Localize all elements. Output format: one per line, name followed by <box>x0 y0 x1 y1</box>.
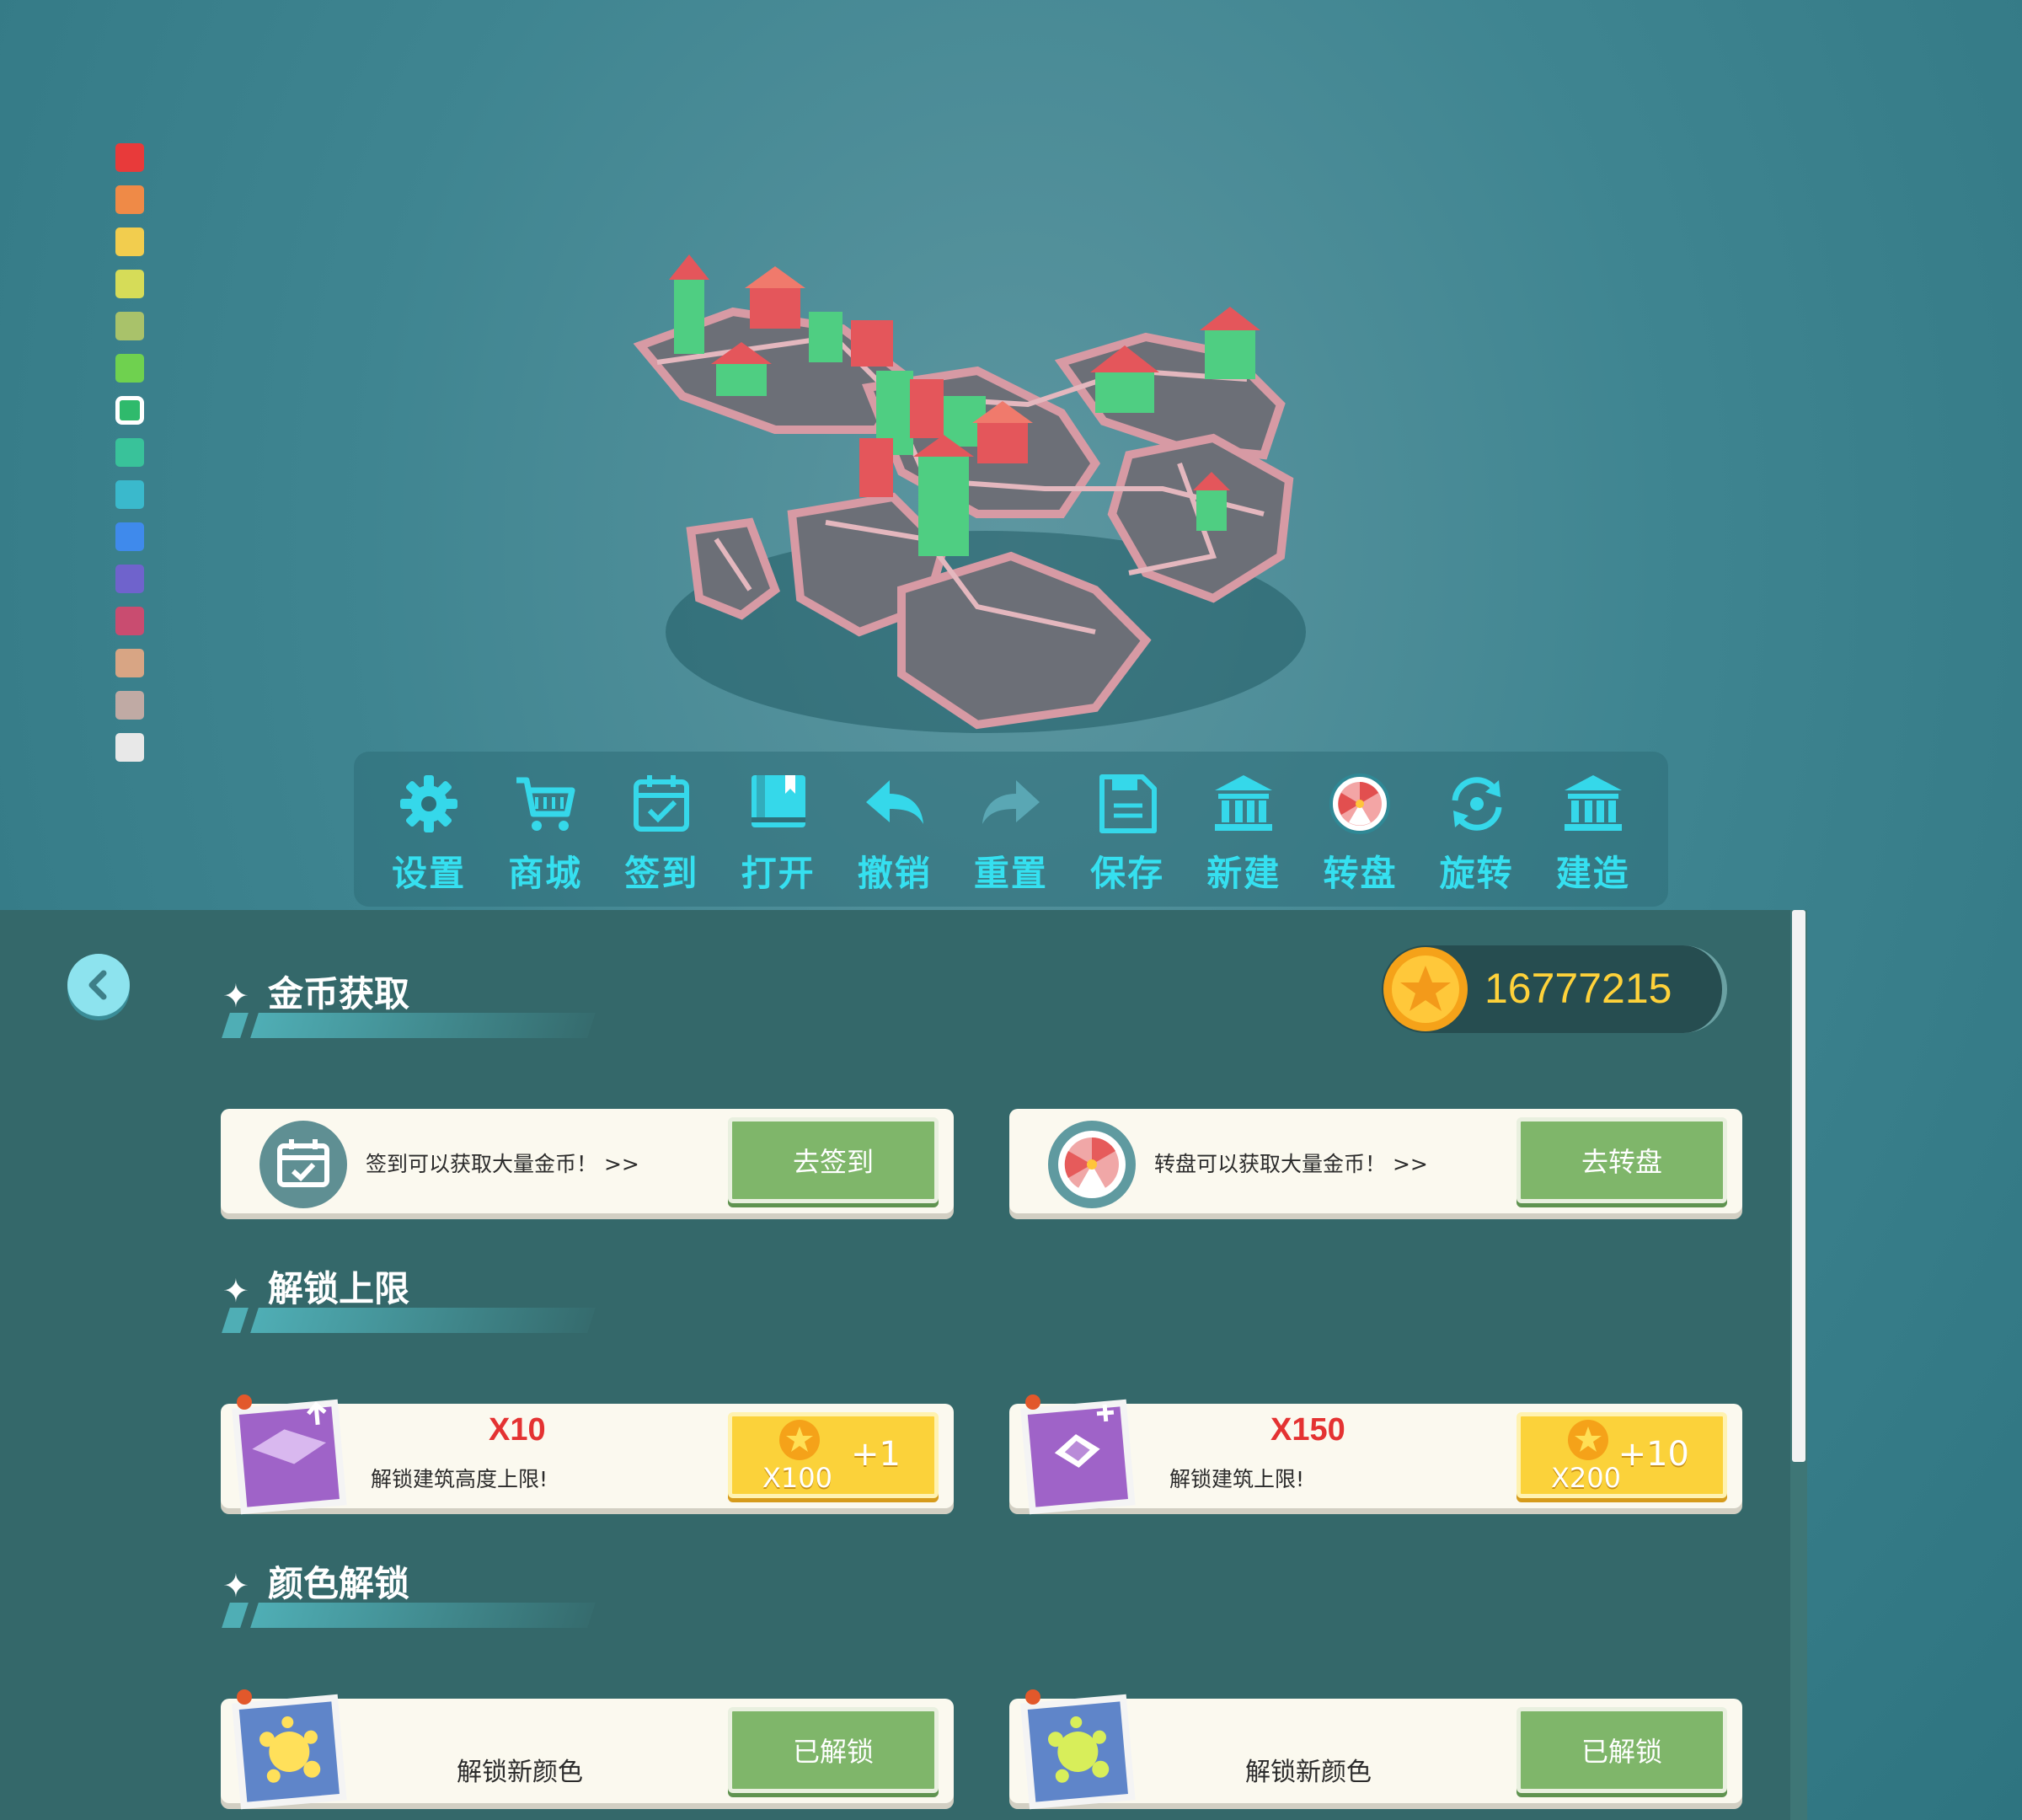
color-swatch[interactable] <box>115 438 144 467</box>
star-coin-icon <box>1568 1420 1608 1460</box>
toolbar-label: 设置 <box>392 853 467 894</box>
floppy-icon <box>1089 767 1166 840</box>
color-swatch[interactable] <box>115 522 144 551</box>
toolbar-button-save[interactable]: 保存 <box>1077 762 1178 897</box>
paint-splash-icon <box>232 1689 347 1810</box>
toolbar-button-new[interactable]: 新建 <box>1193 762 1294 897</box>
coin-panel <box>0 910 1807 1820</box>
color-unlocked-button[interactable]: 已解锁 <box>1516 1707 1727 1793</box>
buy-height-limit-button[interactable]: +1 X100 <box>728 1412 939 1498</box>
scrollbar-thumb[interactable] <box>1792 910 1805 1462</box>
book-icon <box>740 767 817 840</box>
coin-cost: X100 <box>762 1462 832 1494</box>
color-unlock-desc: 解锁新颜色 <box>457 1758 583 1787</box>
redo-icon <box>972 767 1050 840</box>
toolbar-label: 撤销 <box>857 853 932 894</box>
section-title-unlock-limit: ✦ 解锁上限 <box>221 1261 608 1336</box>
toolbar-label: 转盘 <box>1323 853 1398 894</box>
toolbar-label: 保存 <box>1090 853 1165 894</box>
building-count-icon <box>1020 1394 1136 1515</box>
sparkle-icon: ✦ <box>222 977 249 1014</box>
toolbar-button-wheel[interactable]: 转盘 <box>1309 762 1410 897</box>
color-swatch[interactable] <box>115 143 144 172</box>
toolbar: 设置 商城 签到 打开 撤销 重置 保存 新建 转盘 旋转 建造 <box>354 752 1668 907</box>
color-unlock-card: 解锁新颜色 已解锁 <box>1009 1689 1742 1810</box>
toolbar-button-build[interactable]: 建造 <box>1543 762 1644 897</box>
building-limit-amount: X150 <box>1270 1412 1345 1448</box>
color-swatch[interactable] <box>115 691 144 720</box>
color-swatch[interactable] <box>115 396 144 425</box>
gear-icon <box>390 767 468 840</box>
sparkle-icon: ✦ <box>222 1272 249 1309</box>
wheel-card: 转盘可以获取大量金币！ >> 去转盘 <box>1009 1109 1742 1213</box>
building-limit-desc: 解锁建筑上限! <box>1169 1467 1305 1491</box>
toolbar-button-redo[interactable]: 重置 <box>960 762 1062 897</box>
wheel-icon <box>1048 1121 1136 1208</box>
color-swatch[interactable] <box>115 607 144 635</box>
toolbar-label: 旋转 <box>1439 853 1514 894</box>
section-title-text: 颜色解锁 <box>268 1563 410 1604</box>
color-unlocked-button[interactable]: 已解锁 <box>728 1707 939 1793</box>
coin-counter: 16777215 <box>1382 945 1727 1033</box>
color-swatch[interactable] <box>115 228 144 256</box>
paint-splash-icon <box>1020 1689 1136 1810</box>
color-swatch[interactable] <box>115 480 144 509</box>
checkin-card: 签到可以获取大量金币！ >> 去签到 <box>221 1109 954 1213</box>
buy-building-limit-button[interactable]: +10 X200 <box>1516 1412 1727 1498</box>
section-title-text: 金币获取 <box>268 973 410 1014</box>
calendar-icon <box>259 1121 347 1208</box>
color-swatch[interactable] <box>115 649 144 677</box>
go-checkin-button[interactable]: 去签到 <box>728 1117 939 1203</box>
island-city-model[interactable] <box>623 236 1348 758</box>
undo-icon <box>856 767 933 840</box>
wheel-icon <box>1321 767 1399 840</box>
coin-amount: 16777215 <box>1484 965 1672 1012</box>
toolbar-button-open[interactable]: 打开 <box>728 762 829 897</box>
go-wheel-button[interactable]: 去转盘 <box>1516 1117 1727 1203</box>
star-coin-icon <box>1383 947 1468 1031</box>
color-unlock-card: 解锁新颜色 已解锁 <box>221 1689 954 1810</box>
toolbar-label: 重置 <box>973 853 1048 894</box>
height-limit-desc: 解锁建筑高度上限! <box>371 1467 548 1491</box>
toolbar-label: 打开 <box>741 853 816 894</box>
toolbar-button-checkin[interactable]: 签到 <box>611 762 712 897</box>
rotate-icon <box>1438 767 1516 840</box>
toolbar-button-settings[interactable]: 设置 <box>378 762 479 897</box>
color-swatch[interactable] <box>115 185 144 214</box>
height-limit-amount: X10 <box>489 1412 546 1448</box>
calendar-icon <box>623 767 700 840</box>
toolbar-label: 商城 <box>508 853 583 894</box>
color-unlock-desc: 解锁新颜色 <box>1245 1758 1372 1787</box>
wheel-desc: 转盘可以获取大量金币！ >> <box>1154 1152 1428 1176</box>
sparkle-icon: ✦ <box>222 1567 249 1604</box>
toolbar-button-shop[interactable]: 商城 <box>495 762 596 897</box>
toolbar-button-rotate[interactable]: 旋转 <box>1426 762 1527 897</box>
gain-amount: +1 <box>851 1435 901 1474</box>
color-swatch[interactable] <box>115 354 144 383</box>
color-swatch[interactable] <box>115 312 144 340</box>
gain-amount: +10 <box>1618 1435 1689 1474</box>
section-title-text: 解锁上限 <box>268 1268 410 1309</box>
height-upgrade-icon <box>232 1394 347 1515</box>
color-swatch[interactable] <box>115 270 144 298</box>
toolbar-label: 建造 <box>1555 853 1630 894</box>
toolbar-label: 新建 <box>1206 853 1281 894</box>
toolbar-label: 签到 <box>624 853 699 894</box>
building-icon <box>1554 767 1632 840</box>
building-icon <box>1205 767 1282 840</box>
color-palette <box>115 143 149 775</box>
back-button[interactable] <box>67 954 130 1016</box>
toolbar-button-undo[interactable]: 撤销 <box>844 762 945 897</box>
checkin-desc: 签到可以获取大量金币！ >> <box>366 1152 639 1176</box>
star-coin-icon <box>779 1420 820 1460</box>
cart-icon <box>506 767 584 840</box>
height-limit-card: X10 解锁建筑高度上限! +1 X100 <box>221 1394 954 1515</box>
color-swatch[interactable] <box>115 733 144 762</box>
section-title-earn: ✦ 金币获取 <box>221 966 608 1041</box>
section-title-color-unlock: ✦ 颜色解锁 <box>221 1555 608 1631</box>
building-limit-card: X150 解锁建筑上限! +10 X200 <box>1009 1394 1742 1515</box>
chevron-left-icon <box>88 970 107 1000</box>
color-swatch[interactable] <box>115 565 144 593</box>
coin-cost: X200 <box>1551 1462 1621 1494</box>
